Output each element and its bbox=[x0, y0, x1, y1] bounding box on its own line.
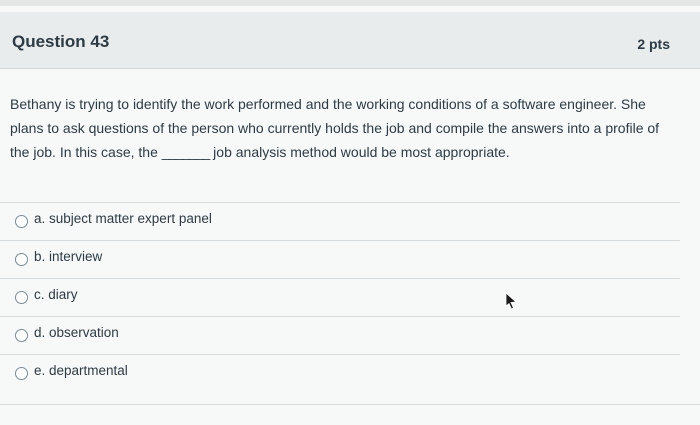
question-text-part2: job analysis method would be most approp… bbox=[209, 144, 510, 160]
answer-label[interactable]: b. interview bbox=[34, 249, 102, 264]
divider bbox=[0, 404, 700, 405]
mouse-pointer-icon bbox=[505, 292, 517, 310]
radio-button-icon[interactable] bbox=[15, 291, 28, 304]
radio-button-icon[interactable] bbox=[15, 215, 28, 228]
question-blank: _______ bbox=[161, 144, 211, 160]
answer-option-b[interactable]: b. interview bbox=[0, 240, 680, 277]
answer-option-c[interactable]: c. diary bbox=[0, 278, 680, 315]
answer-label[interactable]: a. subject matter expert panel bbox=[34, 211, 212, 226]
question-title: Question 43 bbox=[12, 32, 110, 51]
answer-label[interactable]: c. diary bbox=[34, 287, 78, 302]
answer-label[interactable]: d. observation bbox=[34, 325, 119, 340]
answer-option-a[interactable]: a. subject matter expert panel bbox=[0, 202, 680, 239]
answer-option-e[interactable]: e. departmental bbox=[0, 354, 680, 391]
answer-option-d[interactable]: d. observation bbox=[0, 316, 680, 353]
answer-label[interactable]: e. departmental bbox=[34, 363, 128, 378]
question-header: Question 43 2 pts bbox=[0, 12, 700, 69]
question-text: Bethany is trying to identify the work p… bbox=[10, 92, 660, 164]
radio-button-icon[interactable] bbox=[15, 367, 28, 380]
question-points: 2 pts bbox=[637, 36, 670, 52]
radio-button-icon[interactable] bbox=[15, 329, 28, 342]
radio-button-icon[interactable] bbox=[15, 253, 28, 266]
